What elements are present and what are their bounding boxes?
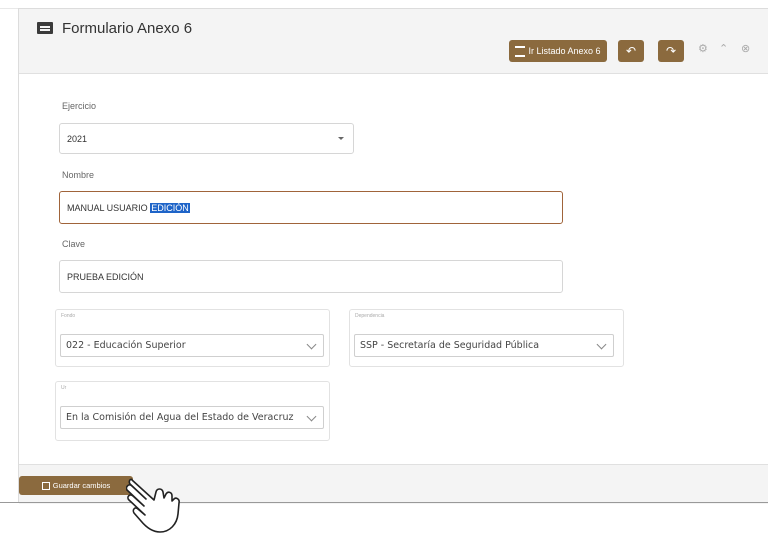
fondo-select[interactable]: 022 - Educación Superior xyxy=(60,334,324,357)
ejercicio-value: 2021 xyxy=(67,133,88,144)
go-to-list-button[interactable]: Ir Listado Anexo 6 xyxy=(509,40,607,62)
settings-icon[interactable]: ⚙ xyxy=(698,42,708,55)
chevron-down-icon xyxy=(306,411,317,421)
go-to-list-label: Ir Listado Anexo 6 xyxy=(528,46,601,56)
pointer-hand-icon xyxy=(126,478,180,533)
fondo-label: Fondo xyxy=(61,313,76,319)
dependencia-select[interactable]: SSP - Secretaría de Seguridad Pública xyxy=(354,334,614,357)
caret-down-icon xyxy=(338,136,344,140)
clave-value: PRUEBA EDICIÓN xyxy=(67,271,144,282)
collapse-icon[interactable]: ⌃ xyxy=(719,42,728,55)
nombre-value-text: MANUAL USUARIO xyxy=(67,202,151,213)
clave-label: Clave xyxy=(62,239,86,249)
fondo-value: 022 - Educación Superior xyxy=(66,340,186,351)
dependencia-value: SSP - Secretaría de Seguridad Pública xyxy=(360,340,540,351)
card-header: Formulario Anexo 6 Ir Listado Anexo 6 ↶ … xyxy=(19,9,768,74)
dependencia-group: Dependencia SSP - Secretaría de Segurida… xyxy=(349,309,624,367)
save-changes-button[interactable]: Guardar cambios xyxy=(19,476,133,495)
chevron-down-icon xyxy=(596,339,607,349)
divider xyxy=(0,502,768,503)
save-changes-label: Guardar cambios xyxy=(52,481,111,490)
nombre-selected-text: EDICIÓN xyxy=(150,202,190,213)
nombre-label: Nombre xyxy=(62,170,95,180)
redo-icon: ↷ xyxy=(665,44,677,58)
ejercicio-label: Ejercicio xyxy=(62,101,97,111)
undo-button[interactable]: ↶ xyxy=(618,40,644,62)
ur-value: En la Comisión del Agua del Estado de Ve… xyxy=(66,412,294,423)
redo-button[interactable]: ↷ xyxy=(658,40,684,62)
list-icon xyxy=(515,45,526,57)
nombre-value: MANUAL USUARIO EDICIÓN xyxy=(67,202,190,213)
page-title: Formulario Anexo 6 xyxy=(62,20,193,37)
fondo-group: Fondo 022 - Educación Superior xyxy=(55,309,330,367)
form-icon xyxy=(37,22,53,34)
ur-select[interactable]: En la Comisión del Agua del Estado de Ve… xyxy=(60,406,324,429)
chevron-down-icon xyxy=(306,339,317,349)
form-card: Formulario Anexo 6 Ir Listado Anexo 6 ↶ … xyxy=(18,8,768,504)
close-icon[interactable]: ⊗ xyxy=(741,42,750,55)
ejercicio-select[interactable]: 2021 xyxy=(59,123,354,154)
undo-icon: ↶ xyxy=(625,44,637,58)
nombre-input[interactable]: MANUAL USUARIO EDICIÓN xyxy=(59,191,563,224)
ur-label: Ur xyxy=(61,385,67,391)
edit-icon xyxy=(41,481,50,490)
ur-group: Ur En la Comisión del Agua del Estado de… xyxy=(55,381,330,441)
dependencia-label: Dependencia xyxy=(355,313,385,319)
clave-input[interactable]: PRUEBA EDICIÓN xyxy=(59,260,563,293)
